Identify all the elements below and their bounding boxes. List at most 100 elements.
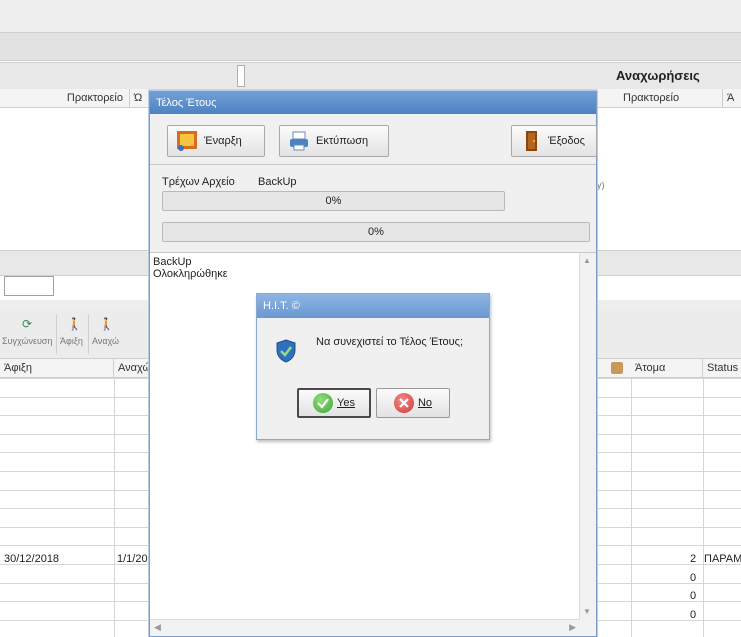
grid-row-line bbox=[597, 378, 741, 379]
shield-icon bbox=[276, 339, 296, 366]
log-vertical-scrollbar[interactable]: ▲ ▼ bbox=[579, 253, 596, 636]
side-note: y) bbox=[597, 180, 605, 190]
check-icon bbox=[313, 393, 334, 413]
departure-label: Αναχώ bbox=[92, 336, 120, 346]
departure-icon: 🚶 bbox=[99, 317, 114, 331]
start-label: Έναρξη bbox=[204, 135, 242, 147]
row-arrival-date[interactable]: 30/12/2018 bbox=[4, 553, 59, 565]
dialog-title[interactable]: Τέλος Έτους bbox=[150, 92, 596, 114]
departures-heading: Αναχωρήσεις bbox=[616, 68, 700, 83]
yes-label: Yes bbox=[337, 397, 355, 409]
departure-button[interactable]: 🚶 Αναχώ bbox=[88, 314, 149, 354]
splitter-handle[interactable] bbox=[237, 65, 245, 87]
grid-row-line bbox=[597, 471, 741, 472]
grid-row-line bbox=[597, 490, 741, 491]
grid-row-line bbox=[597, 434, 741, 435]
dialog-separator bbox=[150, 164, 596, 165]
grid-row-line bbox=[0, 397, 149, 398]
exit-button[interactable]: Έξοδος bbox=[511, 125, 597, 157]
lower-grid-header-left: Άφιξη Αναχώ bbox=[0, 359, 151, 378]
confirm-message: Να συνεχιστεί το Τέλος Έτους; bbox=[316, 336, 464, 348]
top-band-1 bbox=[0, 0, 741, 33]
grid-row-line bbox=[597, 452, 741, 453]
grid-row-line bbox=[597, 415, 741, 416]
row-persons[interactable]: 2 bbox=[690, 553, 696, 565]
total-progress-text: 0% bbox=[368, 226, 384, 238]
grid-row-line bbox=[0, 527, 149, 528]
sync-label: Συγχώνευση bbox=[2, 336, 53, 346]
scroll-left-arrow-icon[interactable]: ◀ bbox=[154, 622, 161, 633]
row-status[interactable]: ΠΑΡΑΜ bbox=[704, 553, 741, 565]
row-persons-2[interactable]: 0 bbox=[690, 572, 696, 584]
printer-icon bbox=[288, 130, 310, 152]
sync-button[interactable]: ⟳ Συγχώνευση bbox=[2, 314, 54, 354]
current-file-value: BackUp bbox=[258, 176, 297, 188]
print-button[interactable]: Εκτύπωση bbox=[279, 125, 389, 157]
col-departure[interactable]: Αναχώ bbox=[114, 359, 151, 377]
grid-row-line bbox=[0, 601, 149, 602]
scroll-down-arrow-icon[interactable]: ▼ bbox=[583, 607, 591, 616]
grid-row-line bbox=[0, 620, 149, 621]
grid-row-line bbox=[0, 415, 149, 416]
grid-row-line bbox=[0, 508, 149, 509]
grid-row-line bbox=[597, 601, 741, 602]
confirm-title[interactable]: H.I.T. © bbox=[257, 294, 489, 318]
lower-grid-header-right: Άτομα Status bbox=[597, 359, 741, 378]
confirm-dialog: H.I.T. © Να συνεχιστεί το Τέλος Έτους; Y… bbox=[256, 293, 490, 440]
toolbar-right-band bbox=[597, 310, 741, 359]
col-status[interactable]: Status bbox=[703, 359, 741, 377]
grid-row-line bbox=[0, 452, 149, 453]
grid-row-line bbox=[0, 434, 149, 435]
grid-row-line bbox=[0, 471, 149, 472]
yes-button[interactable]: Yes bbox=[297, 388, 371, 418]
col-time-left[interactable]: Ώ bbox=[130, 89, 149, 107]
arrival-icon: 🚶 bbox=[67, 317, 82, 331]
total-progress-bar: 0% bbox=[162, 222, 590, 242]
row-persons-3[interactable]: 0 bbox=[690, 590, 696, 602]
log-horizontal-scrollbar[interactable]: ◀ ▶ bbox=[150, 619, 580, 636]
start-icon bbox=[176, 130, 198, 152]
col-agency-left[interactable]: Πρακτορείο bbox=[0, 89, 130, 107]
row-departure-date[interactable]: 1/1/20 bbox=[117, 553, 148, 565]
cancel-icon bbox=[393, 393, 414, 413]
row-persons-4[interactable]: 0 bbox=[690, 609, 696, 621]
grid-row-line bbox=[597, 545, 741, 546]
filter-input[interactable] bbox=[4, 276, 54, 296]
current-file-label: Τρέχων Αρχείο bbox=[162, 176, 235, 188]
top-band-2 bbox=[0, 33, 741, 61]
file-progress-text: 0% bbox=[325, 195, 342, 207]
top-grid-header-left: Πρακτορείο Ώ bbox=[0, 89, 149, 108]
grid-row-line bbox=[597, 583, 741, 584]
grid-row-line bbox=[597, 508, 741, 509]
grid-row-line bbox=[0, 545, 149, 546]
grid-col-line bbox=[631, 378, 632, 637]
section-header: Αναχωρήσεις bbox=[0, 62, 741, 90]
grid-row-line bbox=[597, 620, 741, 621]
scroll-right-arrow-icon[interactable]: ▶ bbox=[569, 622, 576, 633]
grid-row-line bbox=[0, 378, 149, 379]
col-a-right[interactable]: Ά bbox=[723, 89, 741, 107]
sync-icon: ⟳ bbox=[22, 317, 33, 331]
col-agency-right[interactable]: Πρακτορείο bbox=[619, 89, 723, 107]
log-line-2: Ολοκληρώθηκε bbox=[153, 268, 228, 280]
arrival-label: Άφιξη bbox=[60, 336, 83, 346]
exit-label: Έξοδος bbox=[548, 135, 585, 147]
scroll-up-arrow-icon[interactable]: ▲ bbox=[583, 256, 591, 265]
log-line-1: BackUp bbox=[153, 256, 192, 268]
door-icon bbox=[520, 130, 542, 152]
action-toolbar: ⟳ Συγχώνευση 🚶 Άφιξη 🚶 Αναχώ bbox=[0, 310, 149, 359]
grid-row-line bbox=[597, 527, 741, 528]
grid-row-line bbox=[0, 490, 149, 491]
file-progress-bar: 0% bbox=[162, 191, 505, 211]
grid-row-line bbox=[597, 397, 741, 398]
grid-col-line bbox=[114, 378, 115, 637]
grid-col-line bbox=[703, 378, 704, 637]
person-column-icon bbox=[611, 362, 623, 374]
start-button[interactable]: Έναρξη bbox=[167, 125, 265, 157]
col-arrival[interactable]: Άφιξη bbox=[0, 359, 114, 377]
arrival-button[interactable]: 🚶 Άφιξη bbox=[56, 314, 87, 354]
no-button[interactable]: No bbox=[376, 388, 450, 418]
no-label: No bbox=[417, 397, 433, 409]
col-persons[interactable]: Άτομα bbox=[631, 359, 703, 377]
print-label: Εκτύπωση bbox=[316, 135, 369, 147]
